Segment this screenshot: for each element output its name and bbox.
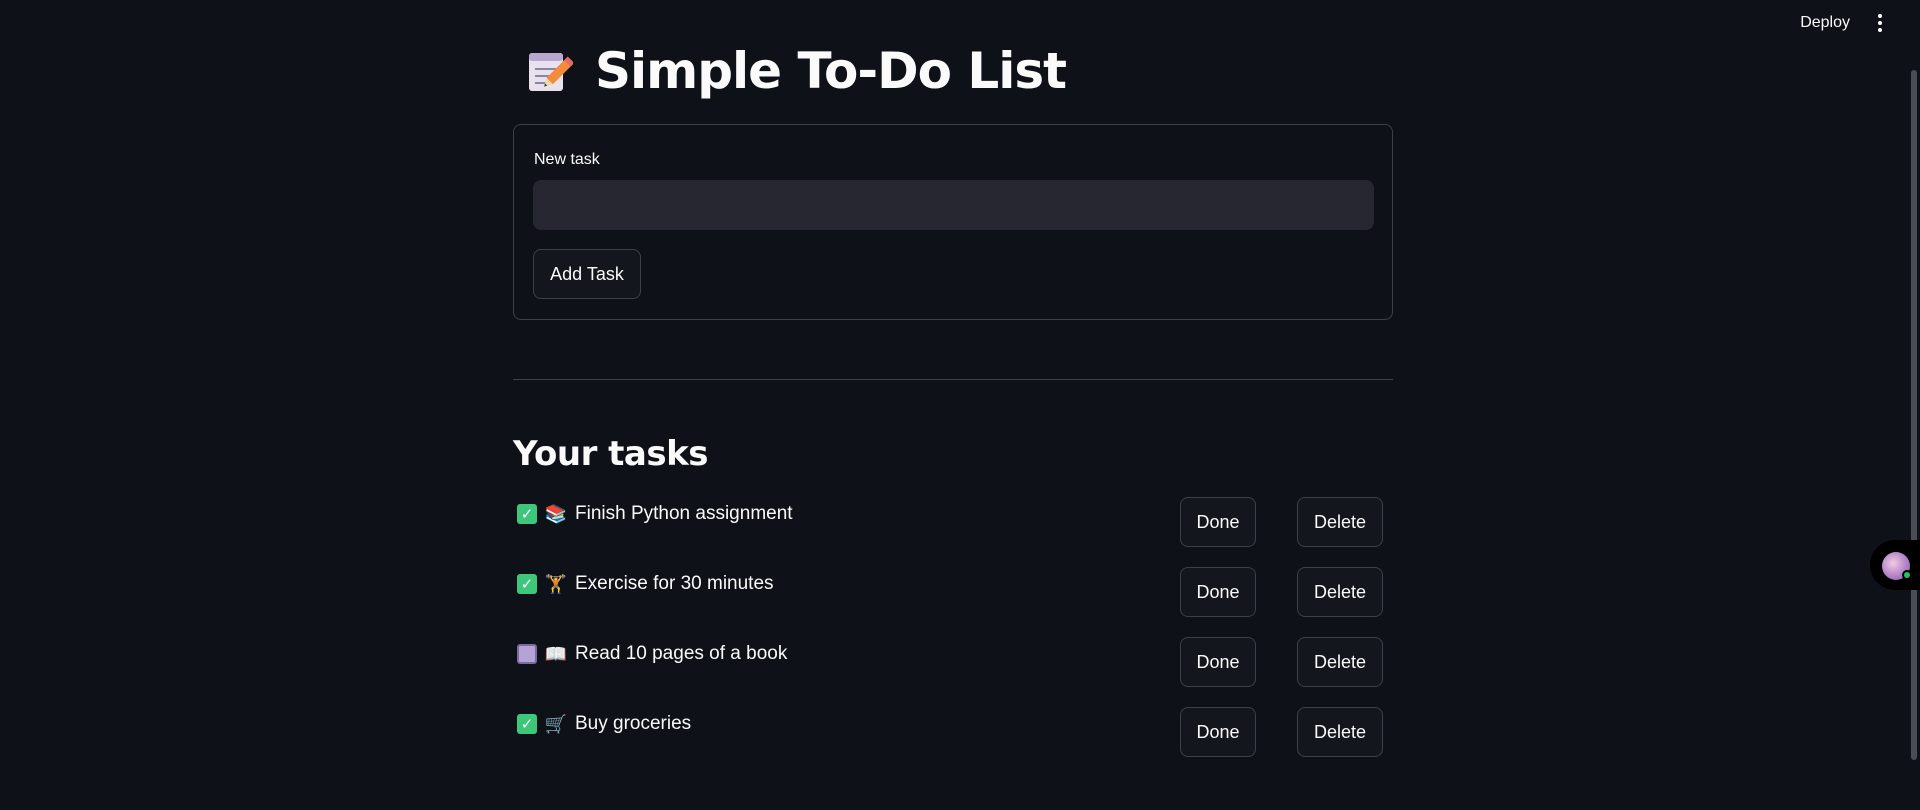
task-text: Read 10 pages of a book bbox=[575, 643, 788, 664]
delete-button[interactable]: Delete bbox=[1297, 567, 1383, 617]
task-row: ✓ 🏋️ Exercise for 30 minutes Done Delete bbox=[513, 567, 1393, 619]
divider bbox=[513, 379, 1393, 380]
delete-button[interactable]: Delete bbox=[1297, 637, 1383, 687]
task-row: ✓ 📚 Finish Python assignment Done Delete bbox=[513, 497, 1393, 549]
done-button[interactable]: Done bbox=[1180, 707, 1256, 757]
task-row: 📖 Read 10 pages of a book Done Delete bbox=[513, 637, 1393, 689]
online-status-dot bbox=[1902, 570, 1912, 580]
task-text: Finish Python assignment bbox=[575, 503, 793, 524]
main-menu-icon[interactable] bbox=[1874, 12, 1886, 34]
unchecked-box-icon bbox=[517, 644, 537, 664]
check-mark-icon: ✓ bbox=[517, 574, 537, 594]
check-mark-icon: ✓ bbox=[517, 504, 537, 524]
page-title: Simple To-Do List bbox=[595, 42, 1067, 100]
task-text: Exercise for 30 minutes bbox=[575, 573, 774, 594]
add-task-button[interactable]: Add Task bbox=[533, 249, 641, 299]
scrollbar[interactable] bbox=[1911, 70, 1917, 760]
task-label: ✓ 📚 Finish Python assignment bbox=[517, 499, 793, 529]
delete-button[interactable]: Delete bbox=[1297, 707, 1383, 757]
task-text: Buy groceries bbox=[575, 713, 692, 734]
done-button[interactable]: Done bbox=[1180, 497, 1256, 547]
check-mark-icon: ✓ bbox=[517, 714, 537, 734]
page-title-row: Simple To-Do List bbox=[525, 36, 1067, 106]
new-task-label: New task bbox=[534, 151, 600, 168]
task-label: ✓ 🛒 Buy groceries bbox=[517, 709, 691, 739]
memo-icon bbox=[525, 47, 575, 95]
floating-avatar-button[interactable] bbox=[1870, 540, 1920, 590]
tasks-heading: Your tasks bbox=[513, 434, 708, 474]
books-icon: 📚 bbox=[544, 503, 568, 524]
done-button[interactable]: Done bbox=[1180, 567, 1256, 617]
weightlifter-icon: 🏋️ bbox=[544, 573, 568, 594]
shopping-cart-icon: 🛒 bbox=[544, 713, 568, 734]
task-row: ✓ 🛒 Buy groceries Done Delete bbox=[513, 707, 1393, 759]
task-label: ✓ 🏋️ Exercise for 30 minutes bbox=[517, 569, 774, 599]
open-book-icon: 📖 bbox=[544, 643, 568, 664]
task-label: 📖 Read 10 pages of a book bbox=[517, 639, 787, 669]
add-task-form: New task Add Task bbox=[513, 124, 1393, 320]
deploy-button[interactable]: Deploy bbox=[1794, 10, 1856, 36]
delete-button[interactable]: Delete bbox=[1297, 497, 1383, 547]
new-task-input[interactable] bbox=[533, 180, 1374, 230]
done-button[interactable]: Done bbox=[1180, 637, 1256, 687]
